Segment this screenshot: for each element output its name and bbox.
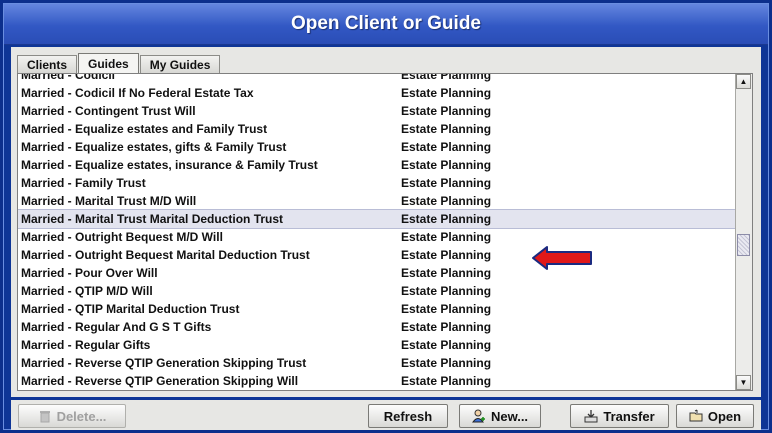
guide-name: Married - Marital Trust Marital Deductio… xyxy=(21,212,284,226)
dialog-title: Open Client or Guide xyxy=(4,4,768,45)
guide-category: Estate Planning xyxy=(401,176,492,190)
guide-category: Estate Planning xyxy=(401,230,492,244)
guide-category: Estate Planning xyxy=(401,266,492,280)
scroll-down-icon[interactable]: ▼ xyxy=(736,375,751,390)
guide-category: Estate Planning xyxy=(401,122,492,136)
list-item[interactable]: Married - Contingent Trust Will Estate Pl… xyxy=(18,102,752,120)
guide-category: Estate Planning xyxy=(401,158,492,172)
transfer-label: Transfer xyxy=(603,408,655,424)
guide-name: Married - Reverse QTIP Generation Skippi… xyxy=(21,374,299,388)
tab-clients[interactable]: Clients xyxy=(17,55,78,73)
guide-name: Married - QTIP Marital Deduction Trust xyxy=(21,302,240,316)
guide-category: Estate Planning xyxy=(401,302,492,316)
list-item[interactable]: Married - Codicil If No Federal Estate T… xyxy=(18,84,752,102)
guide-name: Married - QTIP M/D Will xyxy=(21,284,153,298)
guide-name: Married - Regular And G S T Gifts xyxy=(21,320,212,334)
guide-list-rows: Married - Codicil Estate Planning Married … xyxy=(18,73,752,390)
guide-category: Estate Planning xyxy=(401,104,492,118)
list-item[interactable]: Married - Family Trust Estate Planning xyxy=(18,174,752,192)
person-icon xyxy=(471,409,485,423)
content-panel: Clients Guides My Guides Married - Codic… xyxy=(11,47,761,397)
guide-name: Married - Equalize estates and Family Tr… xyxy=(21,122,268,136)
refresh-button[interactable]: Refresh xyxy=(368,404,448,428)
guide-name: Married - Outright Bequest Marital Deduc… xyxy=(21,248,310,262)
guide-category: Estate Planning xyxy=(401,194,492,208)
list-item[interactable]: Married - Equalize estates and Family Tr… xyxy=(18,120,752,138)
list-item[interactable]: Married - Outright Bequest Marital Deduc… xyxy=(18,246,752,264)
open-client-dialog: Open Client or Guide Clients Guides My G… xyxy=(3,3,769,430)
guide-category: Estate Planning xyxy=(401,356,492,370)
guide-name: Married - Regular Gifts xyxy=(21,338,151,352)
refresh-label: Refresh xyxy=(383,408,433,424)
list-item[interactable]: Married - Reverse QTIP Generation Skippi… xyxy=(18,372,752,390)
guide-category: Estate Planning xyxy=(401,284,492,298)
guide-category: Estate Planning xyxy=(401,338,492,352)
guide-name: Married - Codicil xyxy=(21,73,116,82)
guide-name: Married - Outright Bequest M/D Will xyxy=(21,230,223,244)
vertical-scrollbar[interactable]: ▲ ▼ xyxy=(735,74,752,390)
list-item[interactable]: Married - Marital Trust Marital Deductio… xyxy=(18,209,752,229)
list-item[interactable]: Married - Equalize estates, gifts & Fami… xyxy=(18,138,752,156)
scroll-up-icon[interactable]: ▲ xyxy=(736,74,751,89)
list-item[interactable]: Married - Pour Over Will Estate Planning xyxy=(18,264,752,282)
guide-category: Estate Planning xyxy=(401,248,492,262)
list-item[interactable]: Married - Equalize estates, insurance & … xyxy=(18,156,752,174)
open-button[interactable]: Open xyxy=(676,404,754,428)
tab-bar: Clients Guides My Guides xyxy=(17,53,221,74)
list-item[interactable]: Married - Regular And G S T Gifts Estate … xyxy=(18,318,752,336)
transfer-button[interactable]: Transfer xyxy=(570,404,669,428)
transfer-icon xyxy=(584,410,598,423)
guide-name: Married - Pour Over Will xyxy=(21,266,158,280)
tab-my-guides[interactable]: My Guides xyxy=(139,55,221,73)
trash-icon xyxy=(39,411,50,423)
list-item[interactable]: Married - Reverse QTIP Generation Skippi… xyxy=(18,354,752,372)
tab-guides[interactable]: Guides xyxy=(78,53,139,74)
list-item[interactable]: Married - QTIP M/D Will Estate Planning xyxy=(18,282,752,300)
guide-name: Married - Family Trust xyxy=(21,176,146,190)
guide-category: Estate Planning xyxy=(401,86,492,100)
guide-name: Married - Marital Trust M/D Will xyxy=(21,194,197,208)
list-item[interactable]: Married - Marital Trust M/D Will Estate P… xyxy=(18,192,752,210)
list-item[interactable]: Married - Outright Bequest M/D Will Estat… xyxy=(18,228,752,246)
list-item[interactable]: Married - Regular Gifts Estate Planning xyxy=(18,336,752,354)
new-label: New... xyxy=(490,408,529,424)
list-item[interactable]: Married - Codicil Estate Planning xyxy=(18,73,752,84)
guide-category: Estate Planning xyxy=(401,140,492,154)
guide-name: Married - Equalize estates, gifts & Fami… xyxy=(21,140,287,154)
list-item[interactable]: Married - QTIP Marital Deduction Trust Es… xyxy=(18,300,752,318)
guide-list[interactable]: Married - Codicil Estate Planning Married … xyxy=(17,73,753,391)
guide-category: Estate Planning xyxy=(401,212,492,226)
pointer-arrow-icon xyxy=(532,246,592,270)
open-folder-icon xyxy=(689,409,703,422)
open-label: Open xyxy=(707,408,742,424)
delete-label: Delete... xyxy=(56,408,107,424)
scroll-thumb[interactable] xyxy=(737,234,750,256)
guide-name: Married - Equalize estates, insurance & … xyxy=(21,158,318,172)
guide-name: Married - Codicil If No Federal Estate T… xyxy=(21,86,254,100)
guide-category: Estate Planning xyxy=(401,374,492,388)
guide-category: Estate Planning xyxy=(401,320,492,334)
delete-button[interactable]: Delete... xyxy=(18,404,126,428)
guide-category: Estate Planning xyxy=(401,73,492,82)
guide-name: Married - Reverse QTIP Generation Skippi… xyxy=(21,356,307,370)
button-bar: Delete... Refresh New... Transfer Open xyxy=(11,400,761,430)
guide-name: Married - Contingent Trust Will xyxy=(21,104,196,118)
new-button[interactable]: New... xyxy=(459,404,541,428)
